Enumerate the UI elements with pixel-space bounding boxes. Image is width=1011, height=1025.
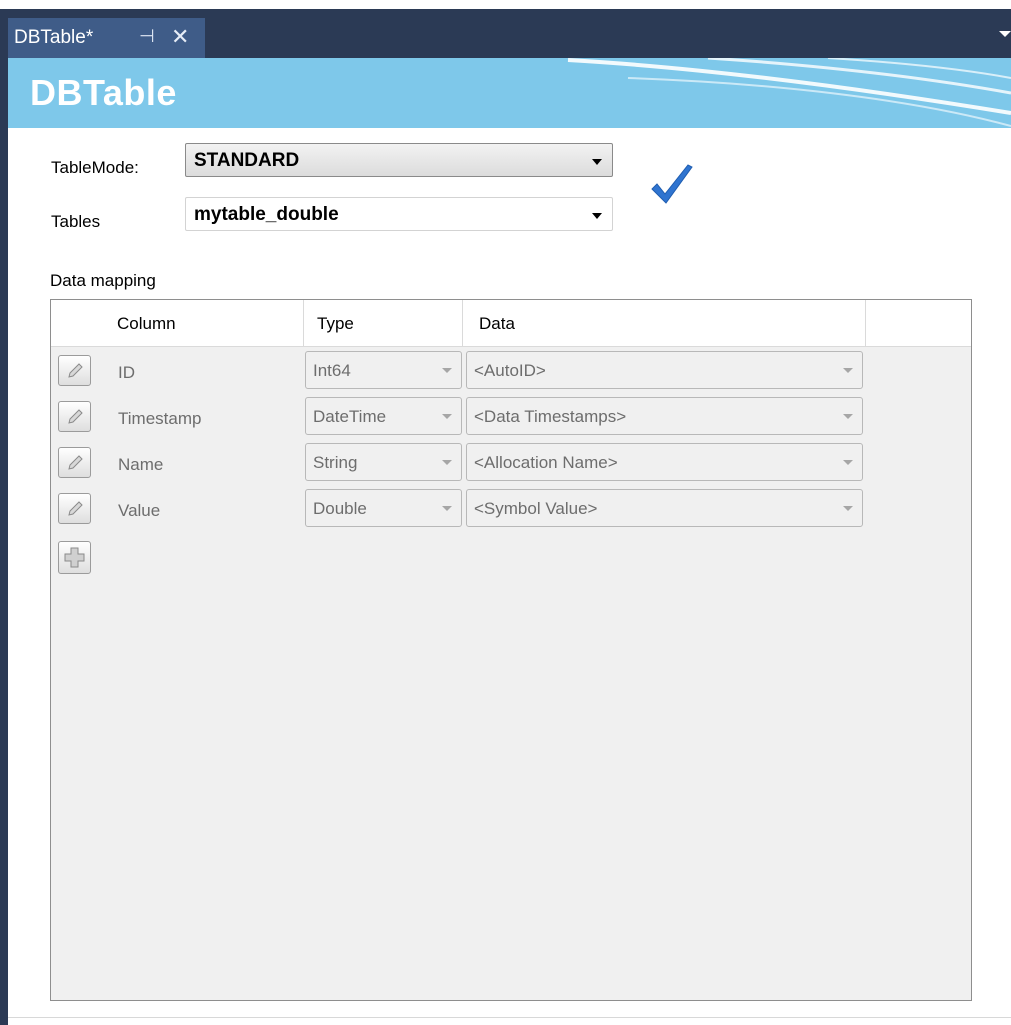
chevron-down-icon <box>592 213 602 219</box>
chevron-down-icon <box>843 368 853 373</box>
header-column[interactable]: Column <box>117 314 176 334</box>
tables-select[interactable]: mytable_double <box>185 197 613 231</box>
tables-value: mytable_double <box>194 204 339 225</box>
pin-icon[interactable]: ⊣ <box>139 26 155 47</box>
data-select[interactable]: <Data Timestamps> <box>466 397 863 435</box>
chevron-down-icon <box>843 506 853 511</box>
table-mode-select[interactable]: STANDARD <box>185 143 613 177</box>
type-value: DateTime <box>313 407 387 426</box>
edit-row-button[interactable] <box>58 355 91 386</box>
chevron-down-icon <box>442 414 452 419</box>
type-select[interactable]: Int64 <box>305 351 462 389</box>
page-title: DBTable <box>30 72 177 113</box>
edit-row-button[interactable] <box>58 401 91 432</box>
chevron-down-icon <box>843 460 853 465</box>
add-row-button[interactable] <box>58 541 91 574</box>
pencil-icon <box>68 363 83 378</box>
edit-row-button[interactable] <box>58 447 91 478</box>
data-value: <Allocation Name> <box>474 453 618 472</box>
data-value: <Symbol Value> <box>474 499 598 518</box>
type-value: Int64 <box>313 361 351 380</box>
chevron-down-icon <box>843 414 853 419</box>
chevron-down-icon <box>442 506 452 511</box>
type-select[interactable]: String <box>305 443 462 481</box>
checkmark-icon <box>651 164 693 204</box>
type-value: Double <box>313 499 367 518</box>
window-left-edge <box>0 9 8 1025</box>
header-divider <box>865 300 866 346</box>
pencil-icon <box>68 501 83 516</box>
editor-header-banner: DBTable <box>8 58 1011 128</box>
column-name-cell: ID <box>118 363 135 382</box>
document-tab-bar: DBTable* ⊣ ✕ <box>8 9 1011 58</box>
data-select[interactable]: <Symbol Value> <box>466 489 863 527</box>
column-name-cell: Timestamp <box>118 409 202 428</box>
grid-header: Column Type Data <box>51 300 971 347</box>
data-select[interactable]: <AutoID> <box>466 351 863 389</box>
edit-row-button[interactable] <box>58 493 91 524</box>
data-select[interactable]: <Allocation Name> <box>466 443 863 481</box>
data-value: <Data Timestamps> <box>474 407 627 426</box>
table-mode-label: TableMode: <box>51 158 139 177</box>
chevron-down-icon <box>442 368 452 373</box>
data-mapping-label: Data mapping <box>50 271 156 290</box>
type-select[interactable]: DateTime <box>305 397 462 435</box>
data-value: <AutoID> <box>474 361 546 380</box>
plus-icon <box>64 547 85 568</box>
close-icon[interactable]: ✕ <box>171 24 189 50</box>
table-mode-value: STANDARD <box>194 150 300 171</box>
header-data[interactable]: Data <box>479 314 515 334</box>
bottom-divider <box>8 1017 1011 1018</box>
tables-label: Tables <box>51 212 101 231</box>
editor-content: TableMode: STANDARD Tables mytable_doubl… <box>8 128 1011 1025</box>
column-name-cell: Name <box>118 455 164 474</box>
header-divider <box>462 300 463 346</box>
type-value: String <box>313 453 358 472</box>
header-divider <box>303 300 304 346</box>
pencil-icon <box>68 455 83 470</box>
chevron-down-icon <box>442 460 452 465</box>
tab-list-dropdown-icon[interactable] <box>999 31 1011 37</box>
top-strip <box>0 0 1011 9</box>
type-select[interactable]: Double <box>305 489 462 527</box>
column-name-cell: Value <box>118 501 161 520</box>
pencil-icon <box>68 409 83 424</box>
chevron-down-icon <box>592 159 602 165</box>
tab-title: DBTable* <box>14 27 94 48</box>
header-type[interactable]: Type <box>317 314 354 334</box>
data-mapping-grid: Column Type Data ID Int64 <AutoID> Times… <box>50 299 972 1001</box>
tab-dbtable[interactable]: DBTable* ⊣ ✕ <box>8 18 205 58</box>
